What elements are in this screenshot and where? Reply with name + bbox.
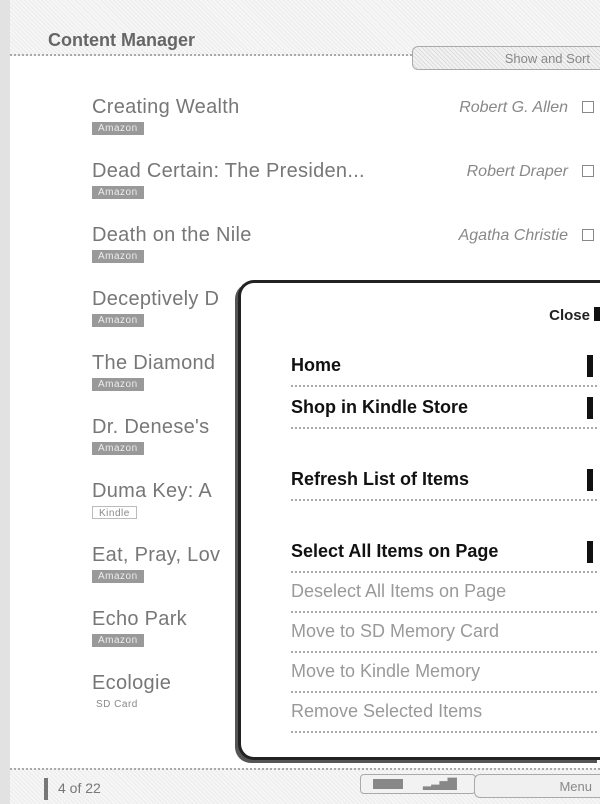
close-cursor-bar (594, 307, 600, 321)
source-tag: Amazon (92, 186, 144, 199)
item-title: Echo Park (92, 608, 187, 630)
cursor-bar (587, 355, 593, 377)
item-title: Ecologie (92, 672, 172, 694)
menu-item-label: Refresh List of Items (291, 469, 470, 489)
source-tag: Amazon (92, 378, 144, 391)
item-title: Eat, Pray, Lov (92, 544, 221, 566)
menu-item-select-all[interactable]: Select All Items on Page (291, 541, 597, 573)
item-author: Agatha Christie (458, 227, 568, 244)
divider (291, 651, 597, 653)
divider (291, 611, 597, 613)
menu-item-label: Remove Selected Items (291, 701, 483, 721)
divider (291, 731, 597, 733)
menu-item-label: Shop in Kindle Store (291, 397, 469, 417)
item-title: Dr. Denese's (92, 416, 210, 438)
cursor-bar (587, 397, 593, 419)
source-tag: Amazon (92, 570, 144, 583)
menu-item-label: Move to SD Memory Card (291, 621, 500, 641)
menu-item-label: Select All Items on Page (291, 541, 499, 561)
menu-item-label: Move to Kindle Memory (291, 661, 481, 681)
item-title: Creating Wealth (92, 96, 240, 118)
menu-item-move-sd: Move to SD Memory Card (291, 621, 597, 653)
item-title: Death on the Nile (92, 224, 252, 246)
checkbox-icon[interactable] (582, 229, 594, 241)
page-title: Content Manager (48, 30, 196, 50)
show-and-sort-button[interactable]: Show and Sort (412, 46, 600, 70)
cursor-bar (587, 469, 593, 491)
source-tag: Amazon (92, 442, 144, 455)
source-tag: Amazon (92, 250, 144, 263)
menu-item-move-kindle: Move to Kindle Memory (291, 661, 597, 693)
page-indicator: 4 of 22 (58, 780, 101, 796)
context-menu: Close Home Shop in Kindle Store Refresh … (238, 280, 600, 760)
source-tag: SD Card (92, 698, 142, 711)
item-title: Deceptively D (92, 288, 220, 310)
list-item[interactable]: Creating Wealth Robert G. Allen Amazon (92, 96, 600, 160)
menu-button[interactable]: Menu (474, 774, 600, 798)
source-tag: Amazon (92, 634, 144, 647)
menu-item-remove-selected: Remove Selected Items (291, 701, 597, 733)
list-item[interactable]: Dead Certain: The Presiden... Robert Dra… (92, 160, 600, 224)
battery-icon (373, 779, 403, 789)
menu-item-shop-kindle-store[interactable]: Shop in Kindle Store (291, 397, 597, 429)
source-tag: Amazon (92, 122, 144, 135)
status-indicators: ▂▃▅▇ (360, 774, 476, 794)
item-author: Robert Draper (466, 163, 568, 180)
signal-strength-icon: ▂▃▅▇ (423, 776, 457, 790)
list-item[interactable]: Death on the Nile Agatha Christie Amazon (92, 224, 600, 288)
divider (291, 691, 597, 693)
divider (291, 571, 597, 573)
divider (291, 499, 597, 501)
menu-item-label: Deselect All Items on Page (291, 581, 507, 601)
close-button[interactable]: Close (549, 307, 590, 324)
item-title: Dead Certain: The Presiden... (92, 160, 365, 182)
divider (291, 385, 597, 387)
menu-item-home[interactable]: Home (291, 355, 597, 387)
item-author: Robert G. Allen (459, 99, 568, 116)
divider (291, 427, 597, 429)
checkbox-icon[interactable] (582, 165, 594, 177)
page-marker-icon (44, 778, 48, 800)
source-tag: Kindle (92, 506, 137, 519)
footer-bar: 4 of 22 ▂▃▅▇ Menu (10, 768, 600, 804)
menu-item-refresh-list[interactable]: Refresh List of Items (291, 469, 597, 501)
source-tag: Amazon (92, 314, 144, 327)
item-title: Duma Key: A (92, 480, 213, 502)
checkbox-icon[interactable] (582, 101, 594, 113)
cursor-bar (587, 541, 593, 563)
menu-item-deselect-all: Deselect All Items on Page (291, 581, 597, 613)
item-title: The Diamond (92, 352, 216, 374)
menu-item-label: Home (291, 355, 342, 375)
